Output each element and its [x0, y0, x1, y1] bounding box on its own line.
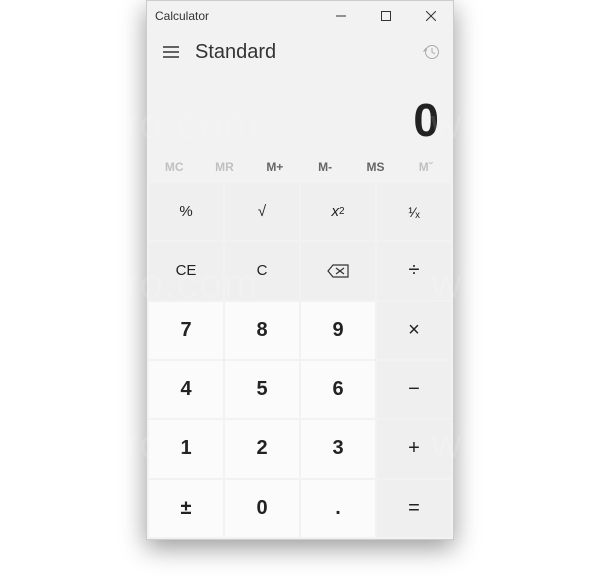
- digit-4-button[interactable]: 4: [149, 361, 223, 418]
- digit-5-button[interactable]: 5: [225, 361, 299, 418]
- maximize-icon: [381, 11, 391, 21]
- calculator-window: Calculator Standard: [146, 0, 454, 540]
- decimal-button[interactable]: .: [301, 480, 375, 537]
- digit-6-button[interactable]: 6: [301, 361, 375, 418]
- history-icon: [423, 44, 439, 60]
- close-button[interactable]: [408, 1, 453, 31]
- memory-store-button[interactable]: MS: [350, 153, 400, 181]
- minus-button[interactable]: −: [377, 361, 451, 418]
- digit-7-button[interactable]: 7: [149, 302, 223, 359]
- display: 0: [147, 73, 453, 153]
- memory-recall-button[interactable]: MR: [199, 153, 249, 181]
- history-button[interactable]: [413, 34, 449, 70]
- plus-minus-button[interactable]: ±: [149, 480, 223, 537]
- divide-button[interactable]: ÷: [377, 242, 451, 299]
- digit-9-button[interactable]: 9: [301, 302, 375, 359]
- multiply-button[interactable]: ×: [377, 302, 451, 359]
- memory-list-button[interactable]: Mˇ: [401, 153, 451, 181]
- hamburger-icon: [163, 46, 179, 58]
- square-button[interactable]: x2: [301, 183, 375, 240]
- minimize-button[interactable]: [318, 1, 363, 31]
- mode-title: Standard: [195, 41, 276, 64]
- sqrt-button[interactable]: √: [225, 183, 299, 240]
- keypad: % √ x2 ¹⁄ₓ CE C ÷ 7 8 9 × 4 5 6 − 1 2 3 …: [147, 181, 453, 539]
- memory-row: MC MR M+ M- MS Mˇ: [147, 153, 453, 181]
- header: Standard: [147, 31, 453, 73]
- window-controls: [318, 1, 453, 31]
- percent-button[interactable]: %: [149, 183, 223, 240]
- clear-button[interactable]: C: [225, 242, 299, 299]
- memory-clear-button[interactable]: MC: [149, 153, 199, 181]
- titlebar: Calculator: [147, 1, 453, 31]
- digit-0-button[interactable]: 0: [225, 480, 299, 537]
- backspace-icon: [327, 264, 349, 278]
- display-value: 0: [413, 93, 439, 147]
- minimize-icon: [336, 11, 346, 21]
- digit-3-button[interactable]: 3: [301, 420, 375, 477]
- backspace-button[interactable]: [301, 242, 375, 299]
- equals-button[interactable]: =: [377, 480, 451, 537]
- menu-button[interactable]: [151, 32, 191, 72]
- close-icon: [426, 11, 436, 21]
- plus-button[interactable]: +: [377, 420, 451, 477]
- memory-subtract-button[interactable]: M-: [300, 153, 350, 181]
- clear-entry-button[interactable]: CE: [149, 242, 223, 299]
- window-title: Calculator: [155, 9, 318, 23]
- maximize-button[interactable]: [363, 1, 408, 31]
- digit-1-button[interactable]: 1: [149, 420, 223, 477]
- digit-8-button[interactable]: 8: [225, 302, 299, 359]
- digit-2-button[interactable]: 2: [225, 420, 299, 477]
- reciprocal-button[interactable]: ¹⁄ₓ: [377, 183, 451, 240]
- memory-add-button[interactable]: M+: [250, 153, 300, 181]
